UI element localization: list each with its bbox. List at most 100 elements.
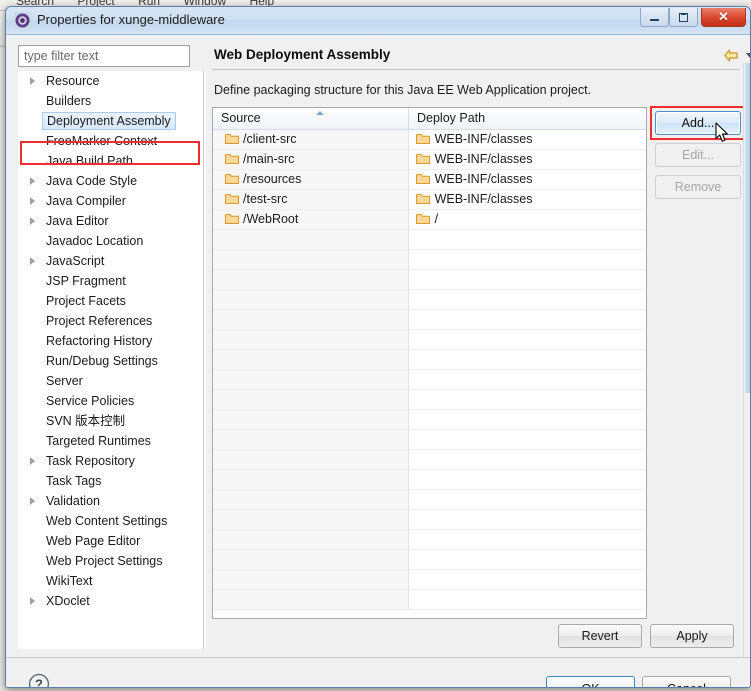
dialog-scrollbar[interactable] <box>743 63 750 657</box>
cell-deploy-path <box>408 290 646 310</box>
column-header-source[interactable]: Source <box>213 108 409 129</box>
cell-source <box>213 230 409 250</box>
table-row-empty[interactable] <box>213 490 646 510</box>
dialog-scrollbar-thumb[interactable] <box>745 63 750 393</box>
expand-arrow-icon[interactable] <box>30 197 35 205</box>
ok-button[interactable]: OK <box>546 676 635 687</box>
cell-source <box>213 330 409 350</box>
expand-arrow-icon[interactable] <box>30 217 35 225</box>
tree-item-svn[interactable]: SVN 版本控制 <box>18 411 200 431</box>
back-arrow-icon[interactable] <box>724 49 738 62</box>
cell-source <box>213 270 409 290</box>
table-row[interactable]: /main-src WEB-INF/classes <box>213 150 646 170</box>
help-question-icon[interactable]: ? <box>28 673 50 688</box>
table-row[interactable]: /WebRoot / <box>213 210 646 230</box>
tree-item-web-project-settings[interactable]: Web Project Settings <box>18 551 200 571</box>
table-row-empty[interactable] <box>213 310 646 330</box>
tree-item-label: Service Policies <box>46 394 135 408</box>
tree-item-refactoring-history[interactable]: Refactoring History <box>18 331 200 351</box>
table-row-empty[interactable] <box>213 370 646 390</box>
cell-text: /test-src <box>243 192 288 206</box>
table-row-empty[interactable] <box>213 430 646 450</box>
tree-item-deployment-assembly[interactable]: Deployment Assembly <box>18 111 200 131</box>
tree-item-javascript[interactable]: JavaScript <box>18 251 200 271</box>
tree-item-resource[interactable]: Resource <box>18 71 200 91</box>
table-row[interactable]: /test-src WEB-INF/classes <box>213 190 646 210</box>
tree-item-wikitext[interactable]: WikiText <box>18 571 200 591</box>
cancel-button[interactable]: Cancel <box>642 676 731 687</box>
tree-item-label: Javadoc Location <box>46 234 144 248</box>
revert-button[interactable]: Revert <box>558 624 642 648</box>
tree-item-run-debug-settings[interactable]: Run/Debug Settings <box>18 351 200 371</box>
apply-button[interactable]: Apply <box>650 624 734 648</box>
cell-source <box>213 410 409 430</box>
table-row-empty[interactable] <box>213 330 646 350</box>
table-row-empty[interactable] <box>213 290 646 310</box>
table-row-empty[interactable] <box>213 350 646 370</box>
tree-item-java-code-style[interactable]: Java Code Style <box>18 171 200 191</box>
tree-item-web-content-settings[interactable]: Web Content Settings <box>18 511 200 531</box>
tree-item-java-build-path[interactable]: Java Build Path <box>18 151 200 171</box>
back-history-chevron-down-icon[interactable] <box>746 53 750 58</box>
expand-arrow-icon[interactable] <box>30 257 35 265</box>
minimize-button[interactable] <box>640 8 669 27</box>
tree-item-builders[interactable]: Builders <box>18 91 200 111</box>
tree-item-javadoc-location[interactable]: Javadoc Location <box>18 231 200 251</box>
tree-item-xdoclet[interactable]: XDoclet <box>18 591 200 611</box>
dialog-title-bar[interactable]: Properties for xunge-middleware ✕ <box>6 7 750 35</box>
expand-arrow-icon[interactable] <box>30 77 35 85</box>
tree-item-java-compiler[interactable]: Java Compiler <box>18 191 200 211</box>
sort-ascending-icon <box>316 111 324 115</box>
cell-deploy-path <box>408 530 646 550</box>
expand-arrow-icon[interactable] <box>30 597 35 605</box>
expand-arrow-icon[interactable] <box>30 457 35 465</box>
table-row[interactable]: /client-src WEB-INF/classes <box>213 130 646 150</box>
properties-gear-icon <box>14 12 31 29</box>
tree-item-project-facets[interactable]: Project Facets <box>18 291 200 311</box>
tree-item-service-policies[interactable]: Service Policies <box>18 391 200 411</box>
table-row-empty[interactable] <box>213 510 646 530</box>
folder-icon <box>225 194 239 204</box>
tree-item-validation[interactable]: Validation <box>18 491 200 511</box>
table-row-empty[interactable] <box>213 230 646 250</box>
expand-arrow-icon[interactable] <box>30 177 35 185</box>
deployment-assembly-table[interactable]: Source Deploy Path /client-src WEB-INF/c <box>212 107 647 619</box>
maximize-icon <box>679 12 688 22</box>
pane-divider[interactable] <box>203 71 204 649</box>
table-row-empty[interactable] <box>213 450 646 470</box>
tree-item-project-references[interactable]: Project References <box>18 311 200 331</box>
table-row-empty[interactable] <box>213 410 646 430</box>
table-row-empty[interactable] <box>213 390 646 410</box>
cell-deploy-path <box>408 350 646 370</box>
table-row-empty[interactable] <box>213 270 646 290</box>
tree-item-java-editor[interactable]: Java Editor <box>18 211 200 231</box>
edit-button: Edit... <box>655 143 741 167</box>
tree-item-targeted-runtimes[interactable]: Targeted Runtimes <box>18 431 200 451</box>
tree-item-jsp-fragment[interactable]: JSP Fragment <box>18 271 200 291</box>
table-row-empty[interactable] <box>213 550 646 570</box>
tree-item-web-page-editor[interactable]: Web Page Editor <box>18 531 200 551</box>
table-row-empty[interactable] <box>213 530 646 550</box>
minimize-icon <box>650 19 659 21</box>
column-header-deploy-path[interactable]: Deploy Path <box>409 108 646 129</box>
tree-item-task-tags[interactable]: Task Tags <box>18 471 200 491</box>
expand-arrow-icon[interactable] <box>30 497 35 505</box>
settings-tree[interactable]: Resource Builders Deployment Assembly Fr… <box>18 71 200 649</box>
table-row-empty[interactable] <box>213 470 646 490</box>
tree-item-task-repository[interactable]: Task Repository <box>18 451 200 471</box>
close-button[interactable]: ✕ <box>701 8 746 27</box>
tree-item-freemarker-context[interactable]: FreeMarker Context <box>18 131 200 151</box>
properties-dialog: Properties for xunge-middleware ✕ type f… <box>5 6 751 688</box>
cell-deploy-path <box>408 490 646 510</box>
cell-text: /WebRoot <box>243 212 299 226</box>
table-row-empty[interactable] <box>213 570 646 590</box>
table-row[interactable]: /resources WEB-INF/classes <box>213 170 646 190</box>
cell-source <box>213 450 409 470</box>
table-row-empty[interactable] <box>213 250 646 270</box>
table-row-empty[interactable] <box>213 590 646 610</box>
cell-deploy-path <box>408 430 646 450</box>
add-button[interactable]: Add... <box>655 111 741 135</box>
tree-item-server[interactable]: Server <box>18 371 200 391</box>
maximize-button[interactable] <box>669 8 698 27</box>
filter-input[interactable]: type filter text <box>18 45 190 67</box>
